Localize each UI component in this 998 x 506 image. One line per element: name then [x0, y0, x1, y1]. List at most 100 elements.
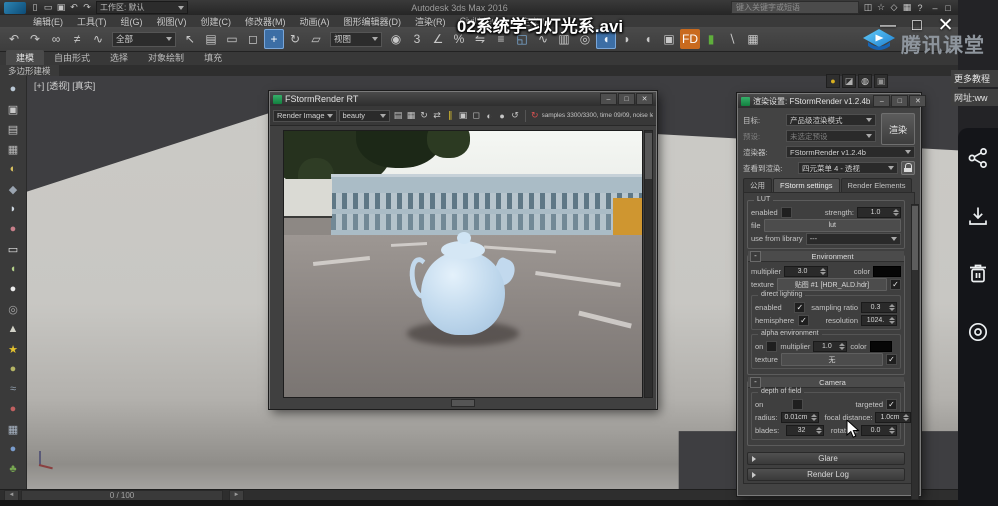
settings-tab[interactable]: Render Elements	[841, 178, 913, 192]
lock-icon[interactable]	[901, 161, 915, 175]
hemisphere-checkbox[interactable]: ✓	[798, 315, 809, 326]
ribbon-tab[interactable]: 选择	[100, 50, 138, 65]
time-next-button[interactable]: ►	[229, 490, 244, 501]
render-tool-icon[interactable]: ▤	[392, 110, 404, 122]
resolution-spinner[interactable]: 1024.	[861, 315, 897, 326]
modeling-tool-icon[interactable]: ★	[5, 340, 22, 358]
refresh-icon[interactable]: ↻	[530, 110, 540, 122]
env-texture-button[interactable]: 贴图 #1 [HDR_ALD.hdr]	[777, 278, 887, 291]
modeling-tool-icon[interactable]: ◐	[5, 160, 22, 178]
mini-icon[interactable]: ▣	[874, 74, 888, 88]
ribbon-tab[interactable]: 填充	[194, 50, 232, 65]
collapse-button[interactable]: -	[750, 251, 761, 262]
mini-icon[interactable]: ◍	[858, 74, 872, 88]
menu-item[interactable]: 渲染(R)	[408, 15, 453, 28]
toolbar-icon[interactable]: ◻	[243, 29, 263, 49]
quick-access-icon[interactable]: ▣	[55, 2, 67, 14]
titlebar-icon[interactable]: ◫	[862, 2, 874, 14]
max-window-button[interactable]: –	[929, 2, 941, 14]
menu-item[interactable]: 视图(V)	[150, 15, 194, 28]
alpha-on-checkbox[interactable]	[766, 341, 777, 352]
modeling-tool-icon[interactable]: ≈	[5, 380, 22, 398]
modeling-tool-icon[interactable]: ♣	[5, 460, 22, 478]
record-icon[interactable]	[966, 320, 990, 344]
modeling-tool-icon[interactable]: ●	[5, 280, 22, 298]
workspace-dropdown[interactable]: 工作区: 默认	[96, 1, 188, 14]
quick-access-icon[interactable]: ▯	[29, 2, 41, 14]
env-texture-checkbox[interactable]: ✓	[890, 279, 901, 290]
toolbar-icon[interactable]: ▤	[201, 29, 221, 49]
window-button[interactable]: ✕	[909, 95, 926, 107]
modeling-tool-icon[interactable]: ▲	[5, 320, 22, 338]
lut-strength-spinner[interactable]: 1.0	[857, 207, 901, 218]
renderer-dropdown[interactable]: FStormRender v1.2.4b	[786, 146, 915, 158]
lut-enabled-checkbox[interactable]	[781, 207, 792, 218]
download-icon[interactable]	[966, 204, 990, 228]
focal-distance-spinner[interactable]: 1.0cm	[875, 412, 911, 423]
quick-access-icon[interactable]: ↷	[81, 2, 93, 14]
titlebar-icon[interactable]: ☆	[875, 2, 887, 14]
window-button[interactable]: □	[618, 93, 635, 105]
render-tool-icon[interactable]: ∥	[444, 110, 456, 122]
toolbar-icon[interactable]: ◉	[386, 29, 406, 49]
toolbar-icon[interactable]: ▭	[222, 29, 242, 49]
menu-item[interactable]: 修改器(M)	[238, 15, 293, 28]
window-button[interactable]: □	[891, 95, 908, 107]
preset-dropdown[interactable]: 未选定预设	[786, 130, 876, 142]
lut-file-button[interactable]: lut	[764, 219, 901, 232]
resize-grip[interactable]	[451, 399, 475, 407]
toolbar-icon[interactable]: ∖	[722, 29, 742, 49]
alpha-texture-button[interactable]: 无	[781, 353, 883, 366]
render-tool-icon[interactable]: ◐	[483, 110, 495, 122]
render-window-titlebar[interactable]: FStormRender RT –□✕	[270, 92, 656, 106]
menu-item[interactable]: 创建(C)	[194, 15, 239, 28]
ribbon-tab[interactable]: 自由形式	[44, 50, 100, 65]
viewport-to-render-dropdown[interactable]: 四元菜单 4 - 透视	[798, 162, 898, 174]
render-tool-icon[interactable]: ↺	[509, 110, 521, 122]
modeling-tool-icon[interactable]: ●	[5, 220, 22, 238]
quick-access-icon[interactable]: ↶	[68, 2, 80, 14]
ribbon-tab[interactable]: 对象绘制	[138, 50, 194, 65]
targeted-checkbox[interactable]: ✓	[886, 399, 897, 410]
time-prev-button[interactable]: ◄	[4, 490, 19, 501]
alpha-multiplier-spinner[interactable]: 1.0	[813, 341, 847, 352]
toolbar-icon[interactable]: ▱	[306, 29, 326, 49]
target-dropdown[interactable]: 产品级渲染模式	[786, 114, 876, 126]
render-tool-icon[interactable]: ●	[496, 110, 508, 122]
selection-filter-dropdown[interactable]: 全部	[112, 32, 176, 47]
toolbar-icon[interactable]: ∞	[46, 29, 66, 49]
scrollbar-thumb[interactable]	[912, 206, 918, 270]
reference-coordsys-dropdown[interactable]: 视图	[330, 32, 382, 47]
channel-dropdown[interactable]: beauty	[339, 110, 391, 122]
mini-icon[interactable]: ●	[826, 74, 840, 88]
modeling-tool-icon[interactable]: ●	[5, 400, 22, 418]
sampling-ratio-spinner[interactable]: 0.3	[861, 302, 897, 313]
menu-item[interactable]: 编辑(E)	[26, 15, 70, 28]
modeling-tool-icon[interactable]: ▦	[5, 420, 22, 438]
titlebar-icon[interactable]: ◇	[888, 2, 900, 14]
toolbar-icon[interactable]: ▮	[701, 29, 721, 49]
rollout-bar[interactable]: Render Log	[747, 468, 905, 481]
lut-library-dropdown[interactable]: ---	[806, 233, 901, 245]
toolbar-icon[interactable]: ▣	[659, 29, 679, 49]
trash-icon[interactable]	[966, 262, 990, 286]
rotation-spinner[interactable]: 0.0	[861, 425, 897, 436]
titlebar-icon[interactable]: ?	[914, 2, 926, 14]
share-icon[interactable]	[966, 146, 990, 170]
alpha-texture-checkbox[interactable]: ✓	[886, 354, 897, 365]
toolbar-icon[interactable]: ∿	[88, 29, 108, 49]
time-slider[interactable]: 0 / 100	[21, 490, 223, 501]
env-multiplier-spinner[interactable]: 3.0	[784, 266, 828, 277]
collapse-button[interactable]: -	[750, 377, 761, 388]
modeling-tool-icon[interactable]: ◗	[5, 200, 22, 218]
modeling-tool-icon[interactable]: ●	[5, 360, 22, 378]
modeling-tool-icon[interactable]: ◆	[5, 180, 22, 198]
toolbar-icon[interactable]: ∠	[428, 29, 448, 49]
modeling-tool-icon[interactable]: ▭	[5, 240, 22, 258]
window-button[interactable]: –	[600, 93, 617, 105]
menu-item[interactable]: 工具(T)	[70, 15, 114, 28]
modeling-tool-icon[interactable]: ◖	[5, 260, 22, 278]
titlebar-icon[interactable]: ▦	[901, 2, 913, 14]
modeling-tool-icon[interactable]: ●	[5, 80, 22, 98]
menu-item[interactable]: 图形编辑器(D)	[337, 15, 409, 28]
